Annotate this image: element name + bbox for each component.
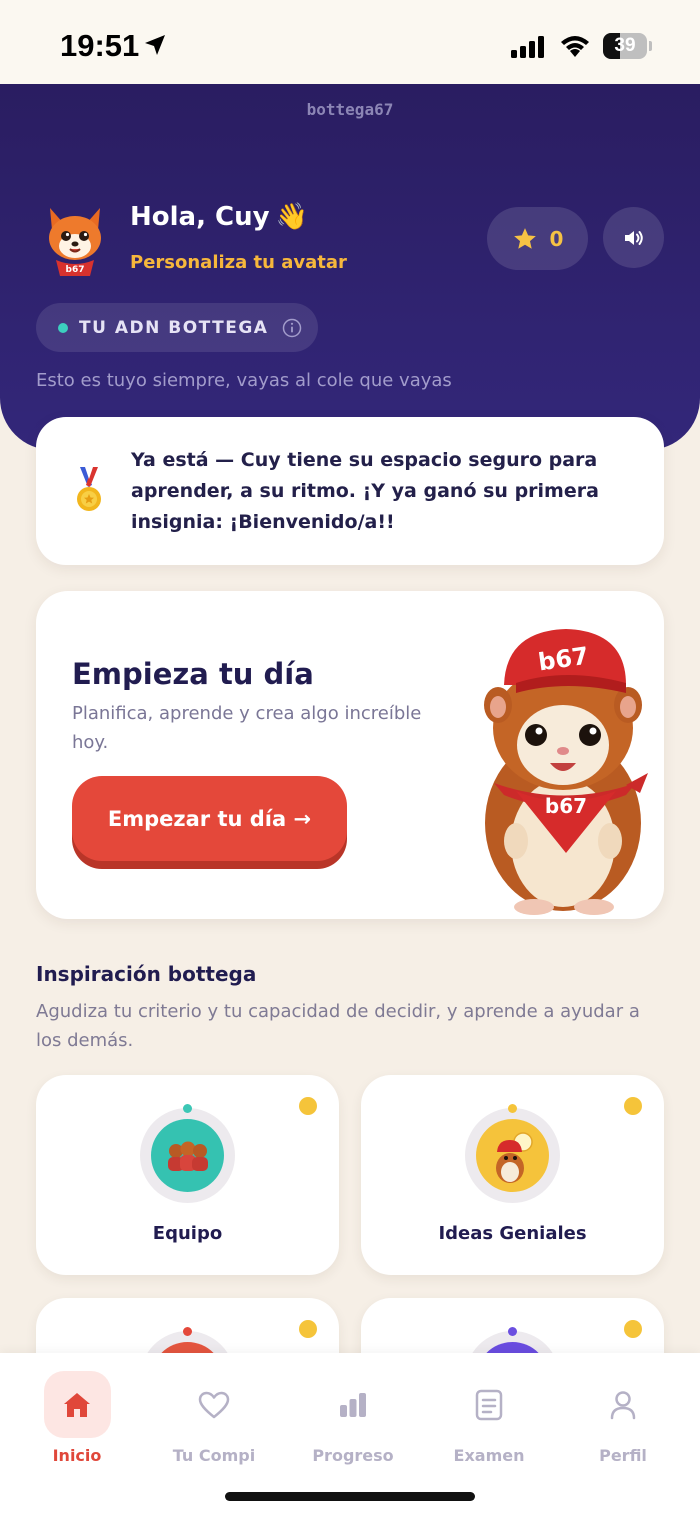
wave-emoji: 👋 [275,202,308,232]
idea-icon [476,1119,549,1192]
medal-icon [77,467,101,511]
star-icon [513,227,536,249]
new-badge-dot [299,1097,317,1115]
cellular-signal-icon [511,36,544,58]
home-icon [64,1392,90,1417]
tab-perfil[interactable]: Perfil [568,1371,678,1465]
new-badge-dot [624,1097,642,1115]
greeting-text: Hola, Cuy [130,202,270,232]
tab-label: Tu Compi [172,1446,256,1465]
user-icon [610,1390,636,1419]
info-icon[interactable] [282,318,302,338]
header: bottega67 b67 Hola, Cuy 👋 Personaliza tu … [0,84,700,450]
tab-bar: Inicio Tu Compi Progreso Examen Perfil [0,1353,700,1515]
battery-indicator: 39 [603,33,652,59]
tab-label: Examen [453,1446,525,1465]
document-icon [475,1389,503,1420]
speaker-icon [624,230,643,245]
adn-description: Esto es tuyo siempre, vayas al cole que … [36,370,452,391]
welcome-card: Ya está — Cuy tiene su espacio seguro pa… [36,417,664,565]
team-icon [151,1119,224,1192]
bandana-logo: b67 [545,794,587,818]
inspiration-subtitle: Agudiza tu criterio y tu capacidad de de… [36,1001,640,1051]
stars-counter[interactable]: 0 [487,207,588,270]
tab-examen[interactable]: Examen [434,1371,544,1465]
customize-avatar-link[interactable]: Personaliza tu avatar [130,252,347,273]
svg-text:b67: b67 [66,265,85,275]
fox-avatar[interactable]: b67 [40,202,110,278]
tab-label: Progreso [312,1446,394,1465]
greeting-heading: Hola, Cuy 👋 [130,202,308,232]
tab-label: Inicio [52,1446,102,1465]
start-day-card: Empieza tu día Planifica, aprende y crea… [36,591,664,919]
tile-ideas-geniales[interactable]: Ideas Geniales [361,1075,664,1275]
status-time: 19:51 [60,28,140,63]
tile-equipo[interactable]: Equipo [36,1075,339,1275]
tile-label: Ideas Geniales [438,1223,587,1244]
start-day-button[interactable]: Empezar tu día → [72,776,347,861]
new-badge-dot [299,1320,317,1338]
wifi-icon [561,36,589,57]
tab-inicio[interactable]: Inicio [22,1371,132,1465]
sound-toggle-button[interactable] [603,207,664,268]
tab-label: Perfil [599,1446,647,1465]
tile-icon-ring [140,1104,235,1203]
status-dot [58,322,68,333]
heart-icon [198,1391,230,1418]
location-arrow-icon [145,35,165,55]
bar-chart-icon [340,1392,366,1417]
inspiration-title: Inspiración bottega [36,962,257,986]
welcome-message: Ya está — Cuy tiene su espacio seguro pa… [131,449,599,533]
stars-count: 0 [549,226,564,251]
tab-progreso[interactable]: Progreso [298,1371,408,1465]
tile-label: Equipo [152,1223,223,1244]
battery-percent: 39 [614,35,636,56]
tile-icon-ring [465,1104,560,1203]
home-indicator[interactable] [225,1492,475,1501]
new-badge-dot [624,1320,642,1338]
day-card-subtitle: Planifica, aprende y crea algo increíble… [72,703,422,753]
status-bar: 19:51 39 [0,0,700,84]
tab-tu-compi[interactable]: Tu Compi [159,1371,269,1465]
brand-logo: bottega67 [306,100,394,119]
adn-label: TU ADN BOTTEGA [79,317,269,338]
hamster-mascot: b67 b67 [484,629,648,915]
day-card-title: Empieza tu día [72,657,314,691]
adn-bottega-pill[interactable]: TU ADN BOTTEGA [36,303,318,352]
